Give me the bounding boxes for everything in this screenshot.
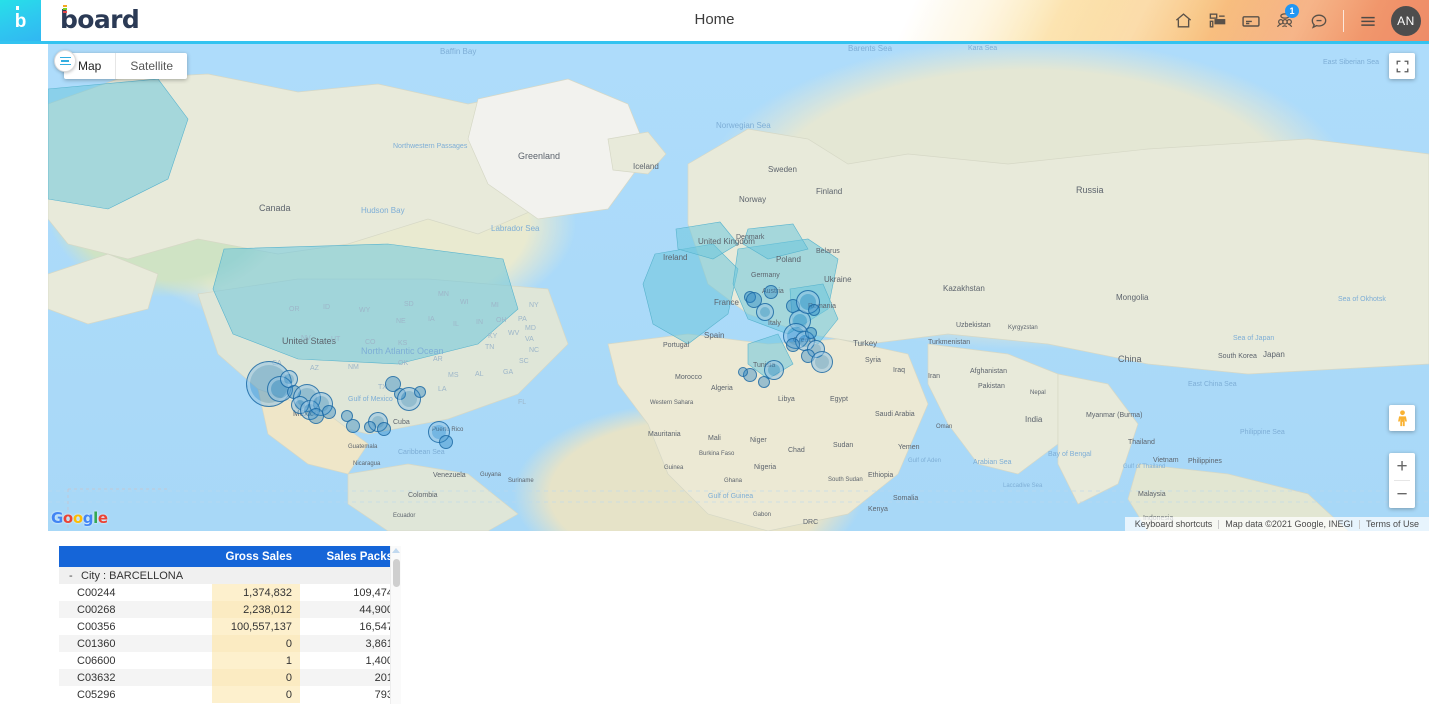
cell-sales-packs: 16,547: [300, 618, 401, 635]
cell-gross-sales: 2,238,012: [212, 601, 300, 618]
brand-wordmark: board: [60, 5, 140, 34]
map-panel[interactable]: Baffin Bay Barents Sea Kara Sea East Siberi…: [48, 44, 1429, 531]
cell-gross-sales: 100,557,137: [212, 618, 300, 635]
map-attribution-bar: Keyboard shortcuts Map data ©2021 Google…: [1124, 517, 1429, 531]
layout-icon[interactable]: [1200, 0, 1234, 41]
hamburger-menu-icon[interactable]: [1351, 0, 1385, 41]
column-header-sales-packs[interactable]: Sales Packs: [300, 546, 401, 567]
table-header-row: Gross Sales Sales Packs: [59, 546, 401, 567]
cell-sales-packs: 3,861: [300, 635, 401, 652]
app-header: b board Home 1 AN: [0, 0, 1429, 44]
cell-label: C00268: [59, 601, 212, 618]
cell-gross-sales: 0: [212, 635, 300, 652]
table-row[interactable]: C00356 100,557,137 16,547: [59, 618, 401, 635]
data-table-panel[interactable]: Gross Sales Sales Packs - City : BARCELLO…: [59, 546, 401, 704]
group-icon[interactable]: 1: [1268, 0, 1302, 41]
table-row[interactable]: C05296 0 793: [59, 686, 401, 703]
header-divider: [1343, 9, 1344, 32]
cell-label: C03632: [59, 669, 212, 686]
avatar[interactable]: AN: [1391, 5, 1421, 36]
group-notification-badge: 1: [1285, 4, 1299, 18]
chat-icon[interactable]: [1302, 0, 1336, 41]
scroll-up-arrow-icon[interactable]: [392, 548, 400, 553]
terms-of-use-link[interactable]: Terms of Use: [1360, 519, 1425, 529]
map-data-attribution: Map data ©2021 Google, INEGI: [1225, 519, 1353, 529]
cell-label: C01360: [59, 635, 212, 652]
table-row[interactable]: C06600 1 1,400: [59, 652, 401, 669]
cell-sales-packs: 1,400: [300, 652, 401, 669]
table-row[interactable]: C00244 1,374,832 109,474: [59, 584, 401, 601]
google-logo[interactable]: Google: [51, 509, 108, 527]
table-row[interactable]: C00268 2,238,012 44,900: [59, 601, 401, 618]
pegman-streetview-icon[interactable]: [1389, 405, 1415, 431]
cell-gross-sales: 1,374,832: [212, 584, 300, 601]
app-logo-tile[interactable]: b: [0, 0, 41, 41]
brand-dots-icon: [63, 5, 67, 14]
fullscreen-icon[interactable]: [1389, 53, 1415, 79]
table-group-row[interactable]: - City : BARCELLONA: [59, 567, 401, 584]
map-type-satellite-button[interactable]: Satellite: [116, 53, 187, 79]
cell-sales-packs: 44,900: [300, 601, 401, 618]
cell-sales-packs: 201: [300, 669, 401, 686]
cell-label: C05296: [59, 686, 212, 703]
zoom-out-button[interactable]: −: [1389, 481, 1415, 508]
cell-gross-sales: 0: [212, 669, 300, 686]
card-icon[interactable]: [1234, 0, 1268, 41]
cell-gross-sales: 1: [212, 652, 300, 669]
brand-text: board: [60, 5, 140, 34]
cell-label: C00244: [59, 584, 212, 601]
header-icon-bar: 1 AN: [1166, 0, 1421, 41]
group-label: City : BARCELLONA: [81, 569, 184, 582]
map-geometry: [48, 73, 1429, 531]
cell-sales-packs: 109,474: [300, 584, 401, 601]
home-icon[interactable]: [1166, 0, 1200, 41]
column-header-gross-sales[interactable]: Gross Sales: [212, 546, 300, 567]
logo-letter: b: [14, 6, 27, 32]
map-type-switcher[interactable]: Map Satellite: [64, 53, 188, 79]
cell-gross-sales: 0: [212, 686, 300, 703]
zoom-in-button[interactable]: +: [1389, 453, 1415, 480]
table-scrollbar[interactable]: [390, 546, 401, 704]
table-row[interactable]: C01360 0 3,861: [59, 635, 401, 652]
column-header-label[interactable]: [59, 546, 212, 567]
scrollbar-thumb[interactable]: [393, 559, 400, 587]
legend-toggle-icon[interactable]: [54, 50, 76, 72]
table-row[interactable]: C03632 0 201: [59, 669, 401, 686]
cell-label: C00356: [59, 618, 212, 635]
keyboard-shortcuts-link[interactable]: Keyboard shortcuts: [1129, 519, 1219, 529]
map-zoom-controls[interactable]: + −: [1389, 453, 1415, 508]
cell-label: C06600: [59, 652, 212, 669]
group-collapse-toggle[interactable]: -: [69, 570, 81, 582]
cell-sales-packs: 793: [300, 686, 401, 703]
sales-table: Gross Sales Sales Packs - City : BARCELLO…: [59, 546, 401, 703]
brand-logo[interactable]: board: [60, 5, 140, 34]
